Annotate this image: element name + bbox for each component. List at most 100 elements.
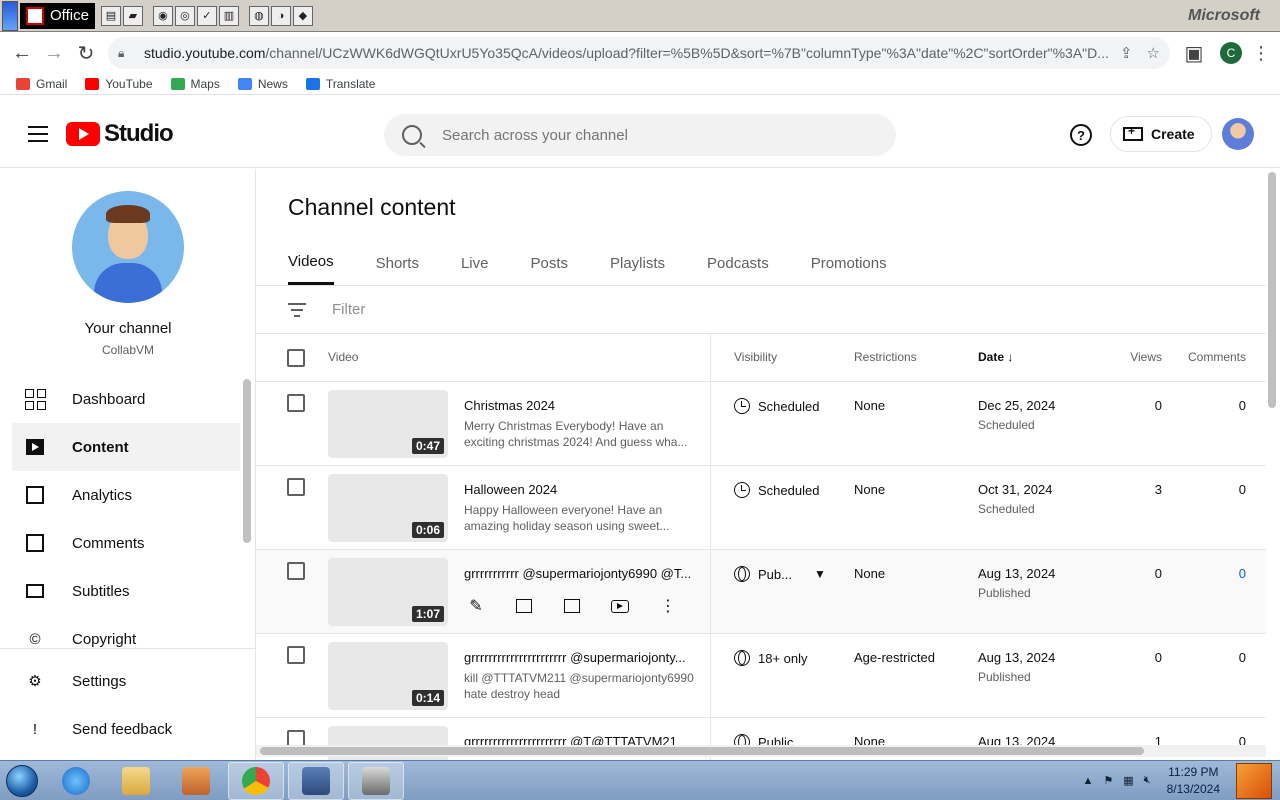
address-bar[interactable]: 🔒︎ studio.youtube.com/channel/UCzWWK6dWG…: [108, 37, 1170, 69]
share-icon[interactable]: ⇪: [1120, 44, 1133, 62]
search-bar[interactable]: [384, 114, 896, 156]
contacts-icon[interactable]: ◎: [174, 5, 195, 26]
bookmark-translate[interactable]: Translate: [305, 77, 375, 91]
binder-icon[interactable]: ▥: [218, 5, 239, 26]
bookmark-youtube[interactable]: YouTube: [85, 77, 153, 91]
tab-promotions[interactable]: Promotions: [811, 241, 887, 285]
video-thumbnail[interactable]: 0:14: [328, 642, 448, 710]
video-title[interactable]: Christmas 2024: [464, 398, 696, 413]
bookmark-maps[interactable]: Maps: [170, 77, 220, 91]
sidebar-item-send-feedback[interactable]: ! Send feedback: [12, 705, 255, 753]
more-options-icon[interactable]: ⋮: [656, 594, 680, 618]
back-arrow-icon[interactable]: ←: [6, 37, 38, 69]
new-document-icon[interactable]: ▤: [100, 5, 121, 26]
video-thumbnail[interactable]: 0:47: [328, 390, 448, 458]
tab-videos[interactable]: Videos: [288, 241, 334, 285]
show-desktop-button[interactable]: [1236, 762, 1272, 799]
sidebar-item-comments[interactable]: Comments: [12, 519, 240, 567]
account-avatar[interactable]: [1222, 118, 1254, 150]
tab-playlists[interactable]: Playlists: [610, 241, 665, 285]
video-title[interactable]: grrrrrrrrrrrrrrrrrrrrrr @supermariojonty…: [464, 650, 696, 665]
table-row[interactable]: 0:06 Halloween 2024 Happy Halloween ever…: [256, 466, 1266, 550]
select-all-checkbox[interactable]: [287, 349, 305, 367]
table-row[interactable]: 1:07 grrrrrrrrrrr @supermariojonty6990 @…: [256, 550, 1266, 634]
chevron-down-icon[interactable]: ▼: [814, 567, 826, 581]
studio-logo[interactable]: Studio: [66, 120, 174, 148]
video-thumbnail[interactable]: 1:07: [328, 558, 448, 626]
action-center-icon[interactable]: ⚑: [1103, 774, 1113, 787]
create-button[interactable]: Create: [1110, 116, 1212, 152]
horizontal-scrollbar[interactable]: [260, 747, 1144, 755]
tab-shorts[interactable]: Shorts: [376, 241, 419, 285]
column-views[interactable]: Views: [1130, 350, 1162, 364]
taskbar-media-player[interactable]: [168, 762, 224, 800]
bookmark-news[interactable]: News: [237, 77, 288, 91]
column-visibility[interactable]: Visibility: [734, 350, 777, 364]
url-text: studio.youtube.com/channel/UCzWWK6dWGQtU…: [144, 45, 1109, 61]
bookshelf-icon[interactable]: ◆: [292, 5, 313, 26]
reload-icon[interactable]: ↻: [70, 37, 102, 69]
help-globe-icon[interactable]: ◑: [270, 5, 291, 26]
forward-arrow-icon[interactable]: →: [38, 37, 70, 69]
edit-pencil-icon[interactable]: ✎: [464, 594, 488, 618]
taskbar-chrome[interactable]: [228, 761, 284, 800]
video-title[interactable]: Halloween 2024: [464, 482, 696, 497]
row-checkbox[interactable]: [287, 478, 305, 496]
tab-posts[interactable]: Posts: [530, 241, 568, 285]
video-thumbnail[interactable]: 0:06: [328, 474, 448, 542]
network-icon[interactable]: ▦: [1123, 774, 1133, 787]
office-button[interactable]: Office: [20, 2, 95, 29]
system-clock[interactable]: 11:29 PM 8/13/2024: [1167, 764, 1220, 798]
taskbar-internet-explorer[interactable]: [48, 762, 104, 800]
show-hidden-icons-icon[interactable]: ▲: [1083, 775, 1094, 787]
news-icon: [237, 77, 252, 90]
sidebar-item-analytics[interactable]: Analytics: [12, 471, 240, 519]
column-restrictions[interactable]: Restrictions: [854, 350, 917, 364]
video-duration: 0:14: [411, 690, 444, 706]
video-title[interactable]: grrrrrrrrrrr @supermariojonty6990 @T...: [464, 566, 696, 581]
table-row[interactable]: 0:47 Christmas 2024 Merry Christmas Ever…: [256, 382, 1266, 466]
channel-avatar[interactable]: [72, 191, 184, 303]
column-comments[interactable]: Comments: [1188, 350, 1246, 364]
sidebar-item-content[interactable]: Content: [12, 423, 240, 471]
hamburger-menu-icon[interactable]: [18, 116, 58, 152]
office-tool-buttons: ▤ ▰ ◉ ◎ ✓ ▥ ◍ ◑ ◆: [100, 5, 313, 26]
search-icon[interactable]: [402, 125, 422, 145]
taskbar-app-6[interactable]: [348, 761, 404, 800]
analytics-icon[interactable]: [512, 594, 536, 618]
sidebar-scrollbar[interactable]: [243, 379, 251, 543]
tasks-icon[interactable]: ✓: [196, 5, 217, 26]
start-button[interactable]: [0, 761, 44, 800]
vertical-scrollbar[interactable]: [1268, 172, 1276, 408]
tab-live[interactable]: Live: [461, 241, 489, 285]
browser-menu-icon[interactable]: ⋮: [1252, 43, 1270, 64]
volume-muted-icon[interactable]: 🔇︎: [1144, 774, 1151, 787]
comments-link[interactable]: 0: [1239, 566, 1246, 581]
search-input[interactable]: [442, 126, 842, 144]
open-folder-icon[interactable]: ▰: [122, 5, 143, 26]
filter-input[interactable]: Filter: [332, 301, 365, 318]
sidebar-item-dashboard[interactable]: Dashboard: [12, 375, 240, 423]
taskbar-explorer[interactable]: [108, 762, 164, 800]
side-panel-icon[interactable]: ▣: [1178, 37, 1210, 69]
taskbar-app-5[interactable]: [288, 761, 344, 800]
row-checkbox[interactable]: [287, 562, 305, 580]
filter-bar[interactable]: Filter: [256, 285, 1266, 334]
column-date[interactable]: Date ↓: [978, 350, 1013, 364]
visibility-dropdown[interactable]: Pub... ▼: [734, 566, 826, 582]
schedule-icon[interactable]: ◉: [152, 5, 173, 26]
bookmark-star-icon[interactable]: ☆: [1147, 44, 1160, 62]
profile-avatar[interactable]: C: [1220, 42, 1242, 64]
row-checkbox[interactable]: [287, 394, 305, 412]
view-on-youtube-icon[interactable]: [608, 594, 632, 618]
bookmark-gmail[interactable]: Gmail: [16, 77, 67, 91]
comments-icon[interactable]: [560, 594, 584, 618]
row-checkbox[interactable]: [287, 646, 305, 664]
table-row[interactable]: 0:14 grrrrrrrrrrrrrrrrrrrrrr @supermario…: [256, 634, 1266, 718]
help-icon[interactable]: ?: [1070, 124, 1092, 146]
office-tool-icon[interactable]: ◍: [248, 5, 269, 26]
filter-icon[interactable]: [288, 302, 306, 317]
sidebar-item-subtitles[interactable]: Subtitles: [12, 567, 240, 615]
tab-podcasts[interactable]: Podcasts: [707, 241, 769, 285]
sidebar-item-settings[interactable]: ⚙ Settings: [12, 657, 255, 705]
